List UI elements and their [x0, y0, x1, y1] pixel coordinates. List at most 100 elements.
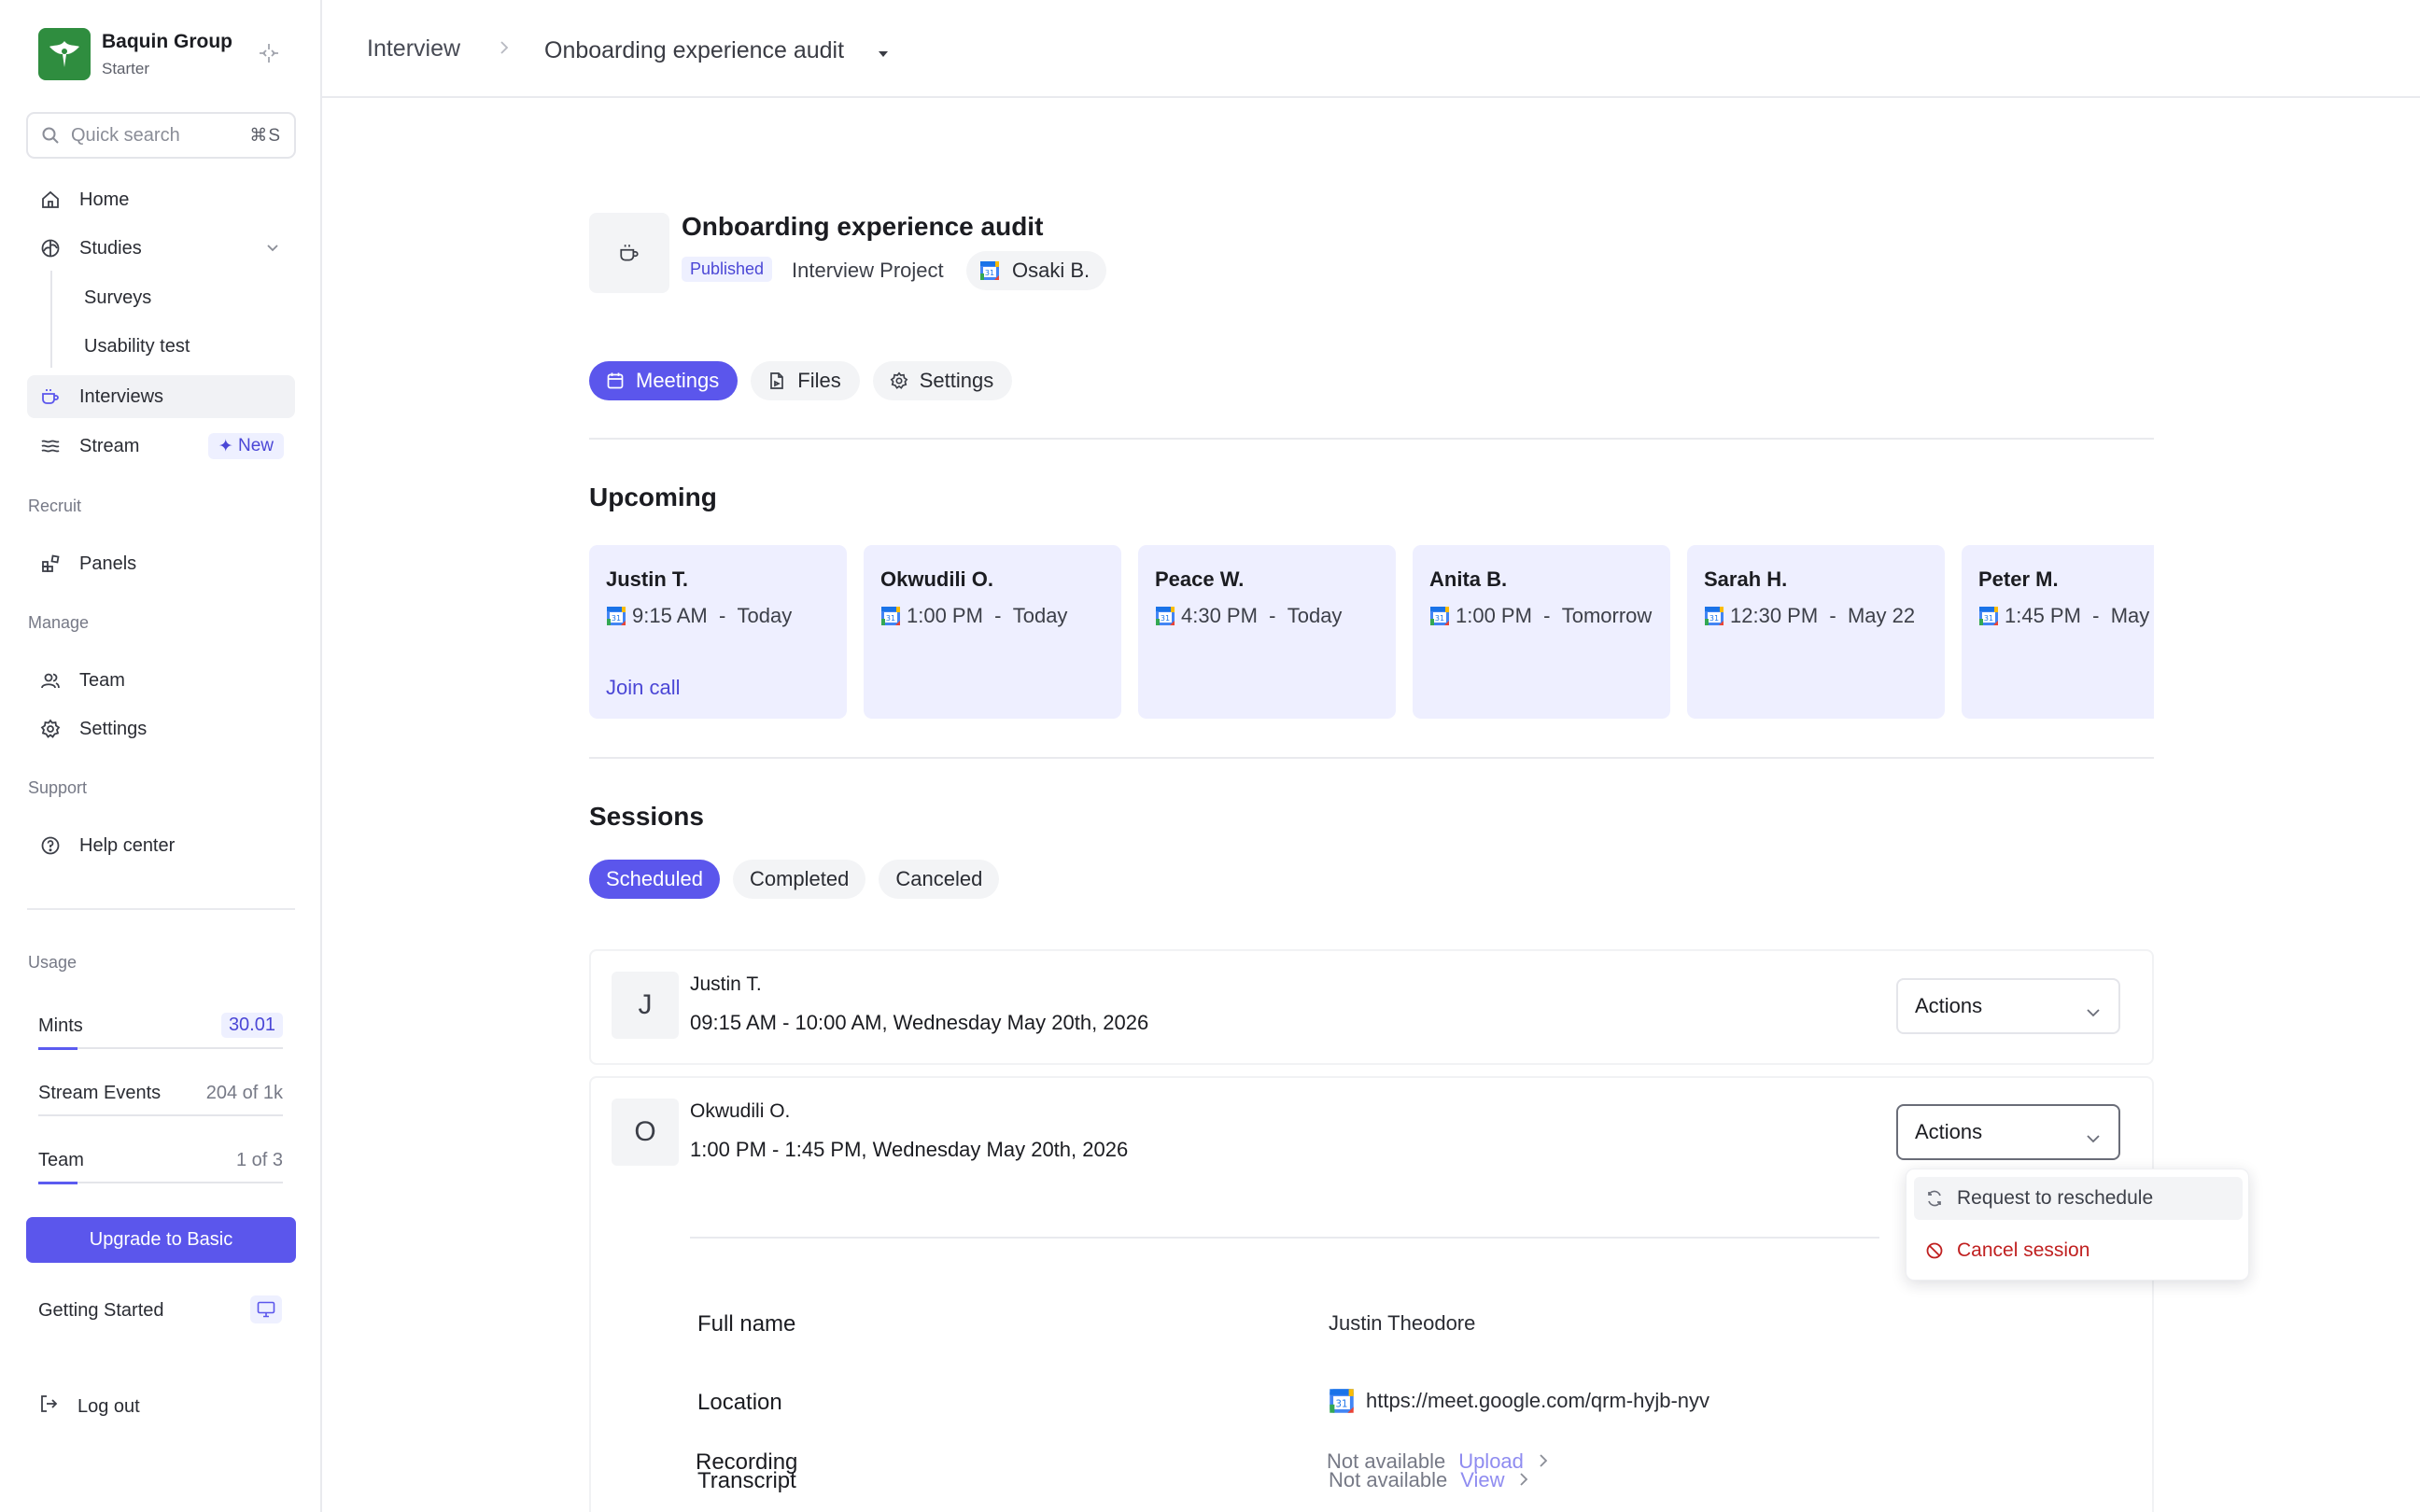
tab-files[interactable]: Files [751, 361, 860, 400]
quick-search-input[interactable]: Quick search ⌘S [26, 112, 296, 159]
divider [589, 757, 2154, 759]
breadcrumb-interview[interactable]: Interview [367, 35, 460, 63]
nav-stream-label: Stream [79, 435, 140, 456]
org-plan: Starter [102, 59, 150, 77]
nav-stream[interactable]: Stream ✦ New [27, 425, 295, 468]
nav-panels[interactable]: Panels [27, 542, 295, 585]
nav-usability-test[interactable]: Usability test [84, 336, 190, 357]
location-url[interactable]: https://meet.google.com/qrm-hyjb-nyv [1366, 1389, 1709, 1413]
ban-icon [1925, 1241, 1944, 1260]
chevron-down-icon [263, 238, 282, 262]
refresh-icon [1925, 1189, 1944, 1208]
recording-value: Not available Upload [1327, 1449, 1548, 1474]
help-circle-icon [38, 833, 63, 858]
session-filters: Scheduled Completed Canceled [589, 860, 1000, 899]
upcoming-name: Sarah H. [1704, 567, 1788, 591]
caret-down-icon[interactable] [877, 47, 890, 63]
nav-home-label: Home [79, 189, 130, 210]
menu-item-reschedule[interactable]: Request to reschedule [1914, 1177, 2243, 1220]
search-icon [42, 127, 59, 144]
cancel-session-label: Cancel session [1957, 1239, 2090, 1261]
sessions-heading: Sessions [589, 802, 704, 831]
usage-mints-bar [38, 1047, 283, 1050]
status-badge: Published [682, 257, 773, 282]
google-calendar-icon [1978, 606, 1999, 626]
reschedule-label: Request to reschedule [1957, 1187, 2154, 1209]
logout-button[interactable]: Log out [38, 1393, 140, 1420]
google-calendar-icon [880, 606, 901, 626]
recording-status: Not available [1327, 1449, 1446, 1473]
nav-team[interactable]: Team [27, 659, 295, 702]
actions-dropdown[interactable]: Actions [1896, 978, 2120, 1034]
collapse-sidebar-icon[interactable] [257, 41, 281, 65]
actions-dropdown[interactable]: Actions [1896, 1104, 2120, 1160]
top-bar: Interview Onboarding experience audit [322, 0, 2420, 98]
chevron-right-icon[interactable] [1539, 1449, 1548, 1474]
upgrade-button[interactable]: Upgrade to Basic [26, 1217, 296, 1263]
upcoming-day: May 22 [1847, 604, 1916, 627]
section-support: Support [28, 778, 88, 797]
breadcrumb-current[interactable]: Onboarding experience audit [544, 37, 844, 64]
gear-icon [38, 717, 63, 741]
nav-surveys[interactable]: Surveys [84, 287, 151, 309]
upcoming-day: Today [1287, 604, 1343, 627]
usage-mints-value: 30.01 [220, 1013, 283, 1038]
usage-stream-events-label: Stream Events [38, 1083, 162, 1103]
divider [589, 438, 2154, 440]
upcoming-card[interactable]: Justin T. 9:15 AM - Today Join call [589, 545, 847, 719]
nav-interviews[interactable]: Interviews [27, 375, 295, 418]
nav-settings[interactable]: Settings [27, 707, 295, 750]
project-title: Onboarding experience audit [682, 212, 1044, 241]
upcoming-time: 1:45 PM [2005, 604, 2081, 627]
logout-icon [38, 1393, 59, 1420]
session-name: Justin T. [690, 973, 762, 995]
nav-help-center[interactable]: Help center [27, 824, 295, 867]
nav-home[interactable]: Home [27, 178, 295, 221]
upcoming-card[interactable]: Sarah H. 12:30 PM - May 22 [1687, 545, 1945, 719]
upcoming-card[interactable]: Peace W. 4:30 PM - Today [1138, 545, 1396, 719]
usage-stream-events-bar [38, 1114, 283, 1116]
tab-settings[interactable]: Settings [872, 361, 1013, 400]
nav-studies[interactable]: Studies [27, 227, 295, 270]
calendar-icon [606, 371, 625, 390]
chevron-right-icon [498, 39, 511, 61]
location-value[interactable]: https://meet.google.com/qrm-hyjb-nyv [1329, 1388, 1709, 1414]
recording-upload-link[interactable]: Upload [1458, 1449, 1524, 1474]
section-usage: Usage [28, 953, 77, 972]
getting-started-link[interactable]: Getting Started [38, 1300, 164, 1322]
usage-stream-events: Stream Events 204 of 1k [38, 1083, 283, 1120]
filter-canceled[interactable]: Canceled [879, 860, 1000, 899]
chevron-down-icon [2085, 1001, 2102, 1025]
session-name: Okwudili O. [690, 1100, 791, 1122]
upcoming-name: Peace W. [1155, 567, 1245, 591]
upcoming-card[interactable]: Anita B. 1:00 PM - Tomorrow [1413, 545, 1670, 719]
home-icon [38, 188, 63, 212]
search-shortcut: ⌘S [249, 125, 281, 146]
filter-scheduled[interactable]: Scheduled [589, 860, 720, 899]
menu-item-cancel[interactable]: Cancel session [1914, 1229, 2243, 1272]
section-manage: Manage [28, 613, 90, 632]
upcoming-card[interactable]: Peter M. 1:45 PM - May 22 [1962, 545, 2154, 719]
usage-stream-events-fill [38, 1114, 88, 1117]
filter-completed[interactable]: Completed [732, 860, 866, 899]
tab-meetings[interactable]: Meetings [589, 361, 739, 400]
usage-mints-label: Mints [38, 1015, 83, 1036]
usage-team-fill [38, 1182, 77, 1184]
join-call-link[interactable]: Join call [606, 676, 680, 700]
monitor-icon[interactable] [250, 1295, 282, 1323]
org-switcher[interactable]: Baquin Group Starter [38, 28, 232, 80]
owner-chip[interactable]: Osaki B. [966, 251, 1107, 290]
upcoming-carousel[interactable]: Justin T. 9:15 AM - Today Join call Okwu… [589, 545, 2154, 722]
google-calendar-icon [1429, 606, 1450, 626]
recording-label: Recording [696, 1449, 798, 1475]
nav-team-label: Team [79, 669, 125, 691]
upcoming-time-row: 4:30 PM - Today [1155, 604, 1342, 628]
upcoming-card[interactable]: Okwudili O. 1:00 PM - Today [864, 545, 1121, 719]
usage-team-label: Team [38, 1150, 84, 1170]
upcoming-name: Okwudili O. [880, 567, 994, 591]
upcoming-time: 12:30 PM [1730, 604, 1819, 627]
upcoming-time-row: 1:00 PM - Today [880, 604, 1067, 628]
submenu-guide [50, 271, 52, 368]
new-badge: ✦ New [207, 433, 284, 459]
nav-studies-label: Studies [79, 237, 142, 259]
